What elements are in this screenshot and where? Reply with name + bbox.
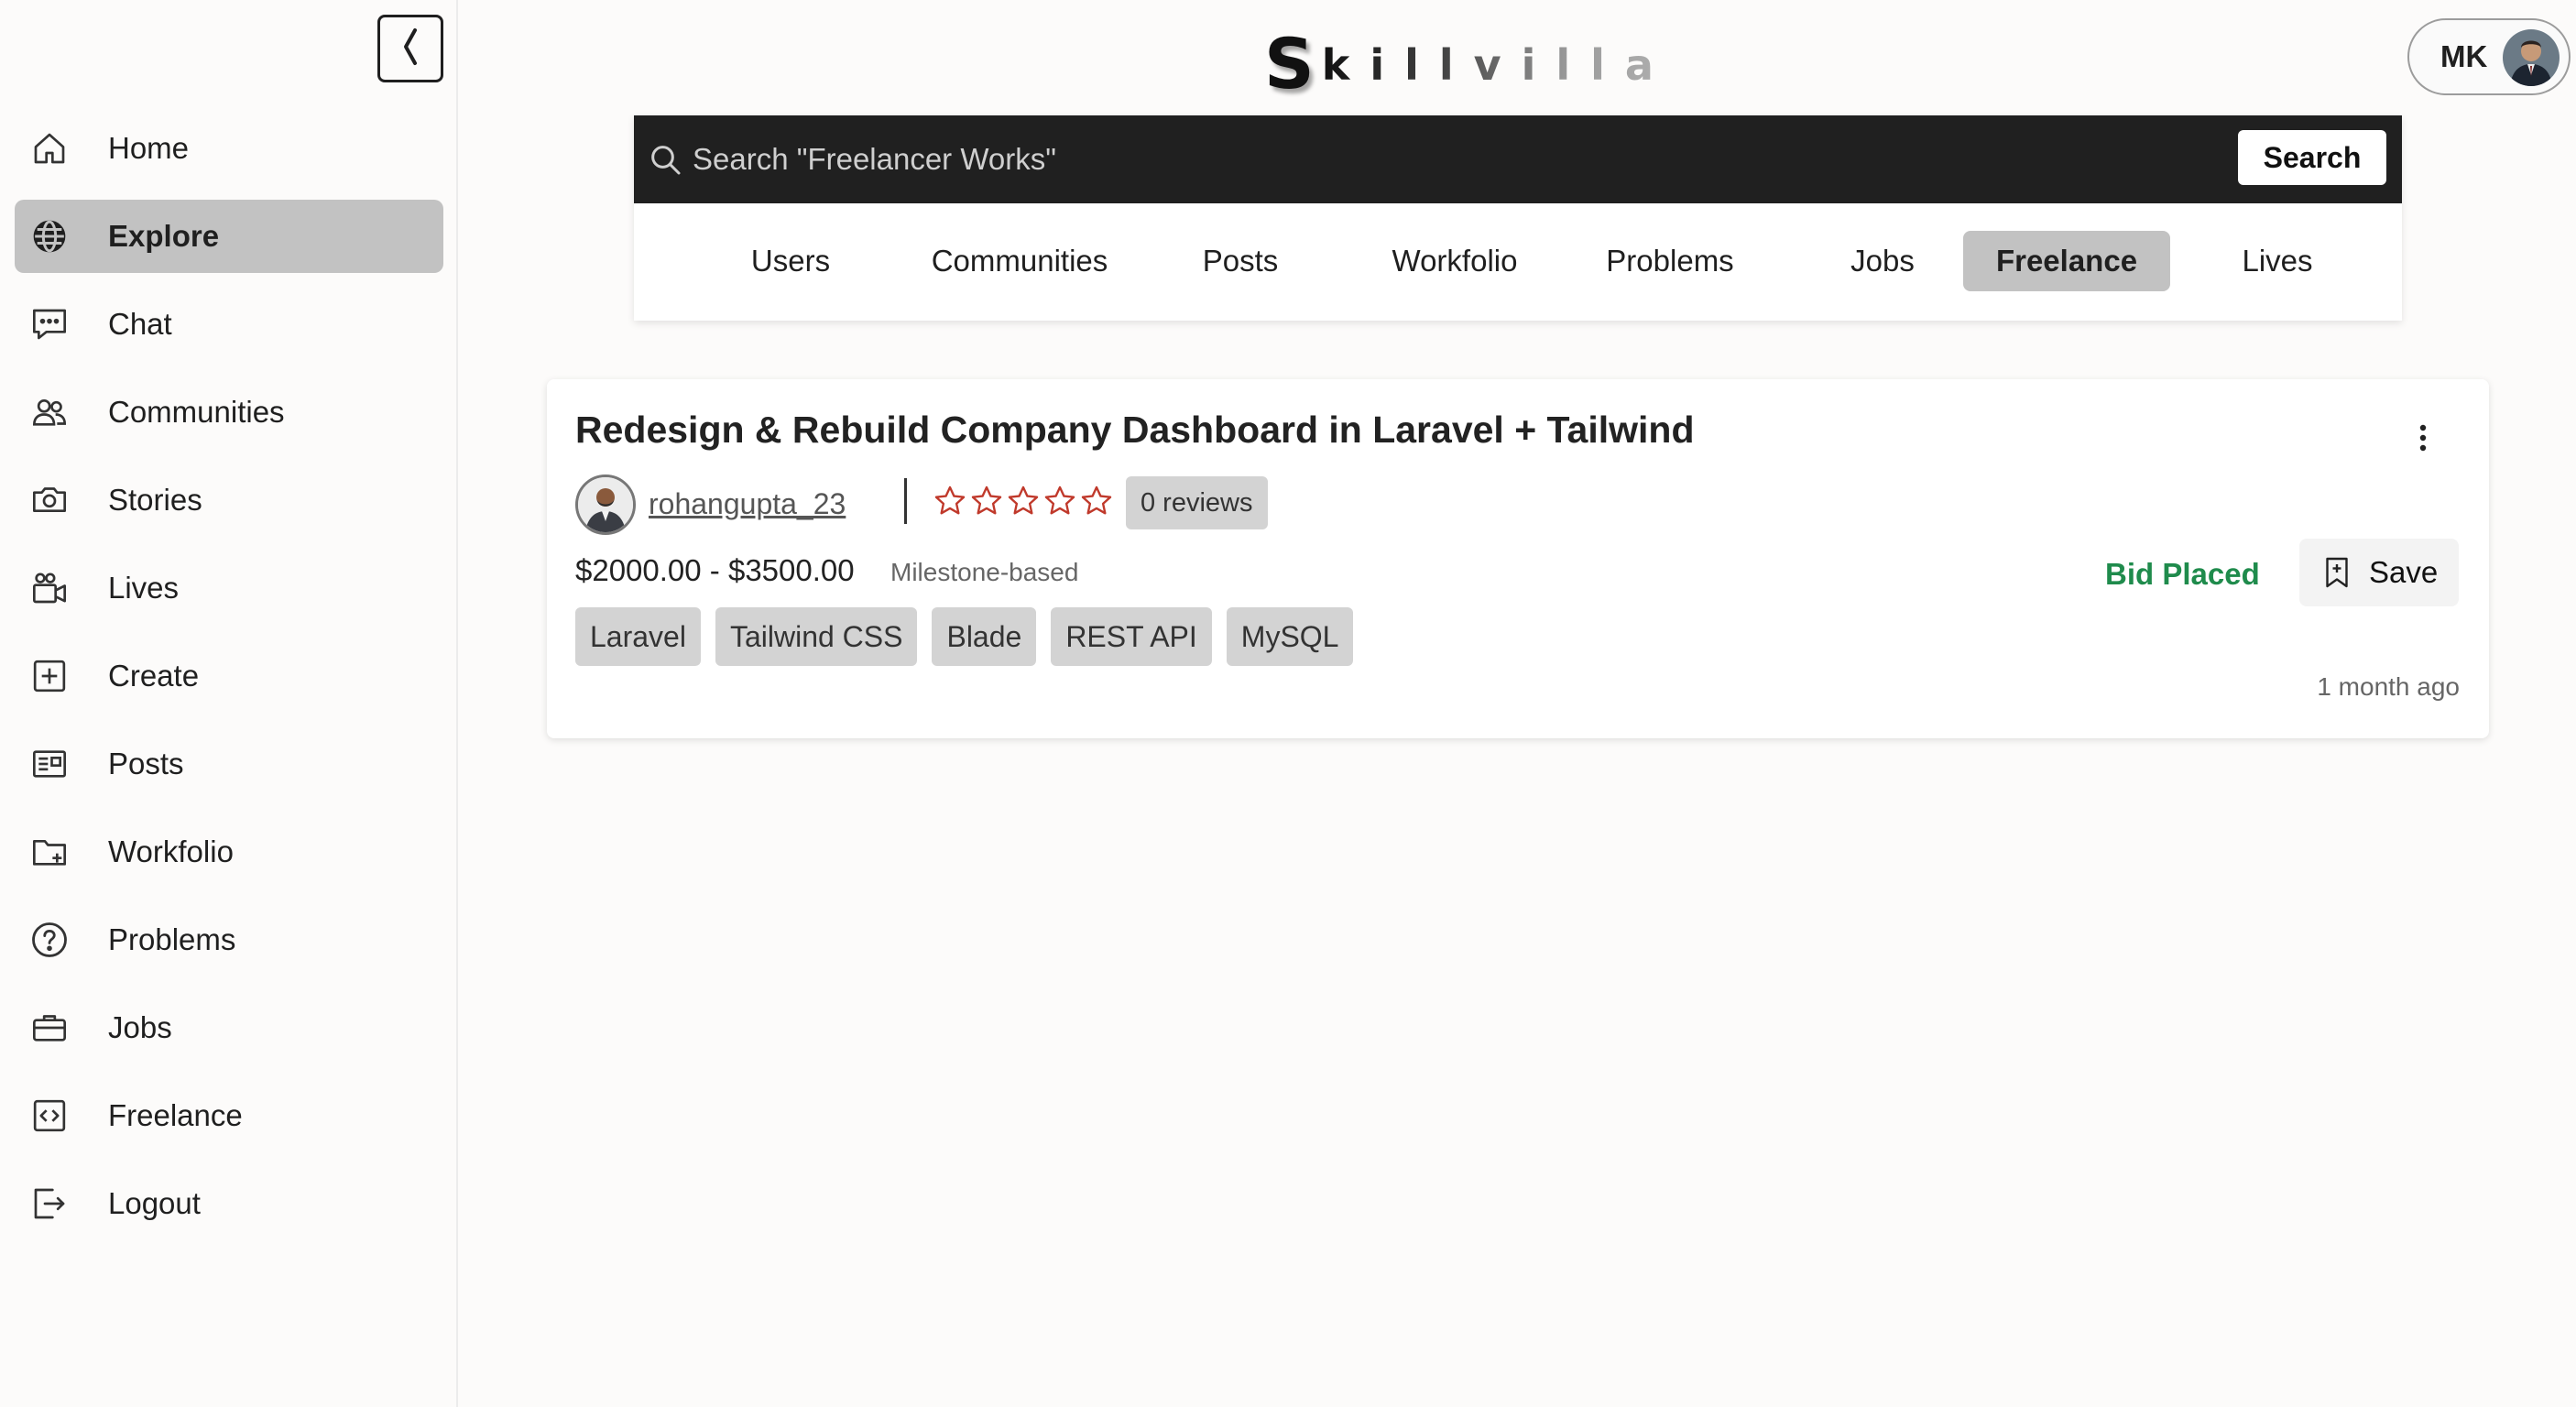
plus-square-icon (29, 656, 70, 696)
meta-divider (904, 478, 907, 524)
tab-communities[interactable]: Communities (896, 231, 1143, 291)
sidebar-item-lives[interactable]: Lives (15, 551, 443, 625)
sidebar-item-label: Create (108, 659, 200, 693)
sidebar-item-communities[interactable]: Communities (15, 376, 443, 449)
save-button[interactable]: Save (2299, 539, 2459, 606)
tab-lives[interactable]: Lives (2182, 231, 2373, 291)
user-initials: MK (2440, 39, 2488, 73)
star-empty-icon (1081, 485, 1112, 515)
sidebar-item-label: Jobs (108, 1010, 172, 1044)
reviews-count-badge[interactable]: 0 reviews (1126, 476, 1268, 529)
explore-tabs: Users Communities Posts Workfolio Proble… (634, 231, 2402, 291)
tab-users[interactable]: Users (685, 231, 896, 291)
user-avatar (2503, 29, 2560, 86)
sidebar-item-label: Problems (108, 922, 236, 956)
sidebar-item-label: Home (108, 131, 190, 165)
briefcase-icon (29, 1008, 70, 1048)
sidebar: Home Explore Chat Communities Stories Li… (0, 0, 458, 1407)
job-budget: $2000.00 - $3500.00 (575, 553, 855, 587)
video-icon (29, 568, 70, 608)
search-bar: Search (634, 115, 2402, 203)
newspaper-icon (29, 744, 70, 784)
tab-problems[interactable]: Problems (1572, 231, 1768, 291)
sidebar-item-freelance[interactable]: Freelance (15, 1079, 443, 1152)
sidebar-item-label: Chat (108, 307, 172, 341)
more-options-icon[interactable] (2414, 421, 2432, 454)
job-title[interactable]: Redesign & Rebuild Company Dashboard in … (575, 409, 1695, 452)
sidebar-item-workfolio[interactable]: Workfolio (15, 815, 443, 889)
app-logo[interactable]: S killvilla (1264, 26, 1674, 99)
sidebar-item-stories[interactable]: Stories (15, 464, 443, 537)
sidebar-item-jobs[interactable]: Jobs (15, 991, 443, 1064)
sidebar-item-explore[interactable]: Explore (15, 200, 443, 273)
logo-initial: S (1264, 23, 1315, 104)
save-label: Save (2369, 555, 2439, 589)
folder-plus-icon (29, 832, 70, 872)
home-icon (29, 128, 70, 169)
freelance-job-card[interactable]: Redesign & Rebuild Company Dashboard in … (547, 379, 2489, 738)
sidebar-item-label: Posts (108, 747, 184, 780)
logout-icon (29, 1183, 70, 1224)
search-panel: Search Users Communities Posts Workfolio… (634, 115, 2402, 321)
sidebar-item-label: Stories (108, 483, 202, 517)
star-empty-icon (934, 485, 966, 515)
user-menu-button[interactable]: MK (2407, 18, 2571, 95)
star-empty-icon (1008, 485, 1039, 515)
search-button[interactable]: Search (2238, 130, 2386, 185)
code-icon (29, 1096, 70, 1136)
star-empty-icon (971, 485, 1002, 515)
tab-posts[interactable]: Posts (1143, 231, 1337, 291)
tab-freelance[interactable]: Freelance (1963, 231, 2170, 291)
sidebar-item-label: Freelance (108, 1098, 243, 1132)
sidebar-item-logout[interactable]: Logout (15, 1167, 443, 1240)
sidebar-item-label: Workfolio (108, 834, 234, 868)
sidebar-item-label: Explore (108, 219, 220, 253)
sidebar-collapse-button[interactable] (377, 15, 443, 82)
skill-tag[interactable]: Laravel (575, 607, 701, 666)
skill-tag[interactable]: REST API (1051, 607, 1212, 666)
sidebar-item-label: Lives (108, 571, 180, 605)
sidebar-item-problems[interactable]: Problems (15, 903, 443, 976)
star-empty-icon (1044, 485, 1075, 515)
users-icon (29, 392, 70, 432)
posted-time: 1 month ago (2317, 672, 2460, 701)
sidebar-item-home[interactable]: Home (15, 112, 443, 185)
bookmark-plus-icon (2323, 556, 2351, 589)
author-username-link[interactable]: rohangupta_23 (649, 487, 846, 521)
skill-tag[interactable]: Blade (932, 607, 1037, 666)
logo-text: killvilla (1322, 44, 1674, 99)
search-icon (647, 141, 683, 178)
search-input[interactable] (693, 130, 2204, 189)
skill-tag[interactable]: Tailwind CSS (715, 607, 918, 666)
chat-icon (29, 304, 70, 344)
sidebar-item-label: Communities (108, 395, 285, 429)
sidebar-item-posts[interactable]: Posts (15, 727, 443, 801)
app-root: Home Explore Chat Communities Stories Li… (0, 0, 2576, 1407)
sidebar-item-chat[interactable]: Chat (15, 288, 443, 361)
skill-tag[interactable]: MySQL (1226, 607, 1354, 666)
sidebar-item-create[interactable]: Create (15, 639, 443, 713)
tab-jobs[interactable]: Jobs (1788, 231, 1977, 291)
bid-status-label: Bid Placed (2105, 557, 2260, 591)
chevron-left-icon (398, 27, 422, 71)
job-budget-type: Milestone-based (890, 558, 1079, 586)
sidebar-nav: Home Explore Chat Communities Stories Li… (15, 112, 443, 1255)
sidebar-item-label: Logout (108, 1186, 201, 1220)
tab-workfolio[interactable]: Workfolio (1337, 231, 1572, 291)
author-avatar[interactable] (575, 474, 636, 535)
rating-stars (932, 484, 1115, 518)
skill-tags: Laravel Tailwind CSS Blade REST API MySQ… (575, 607, 1368, 666)
globe-icon (29, 216, 70, 256)
help-circle-icon (29, 920, 70, 960)
camera-icon (29, 480, 70, 520)
